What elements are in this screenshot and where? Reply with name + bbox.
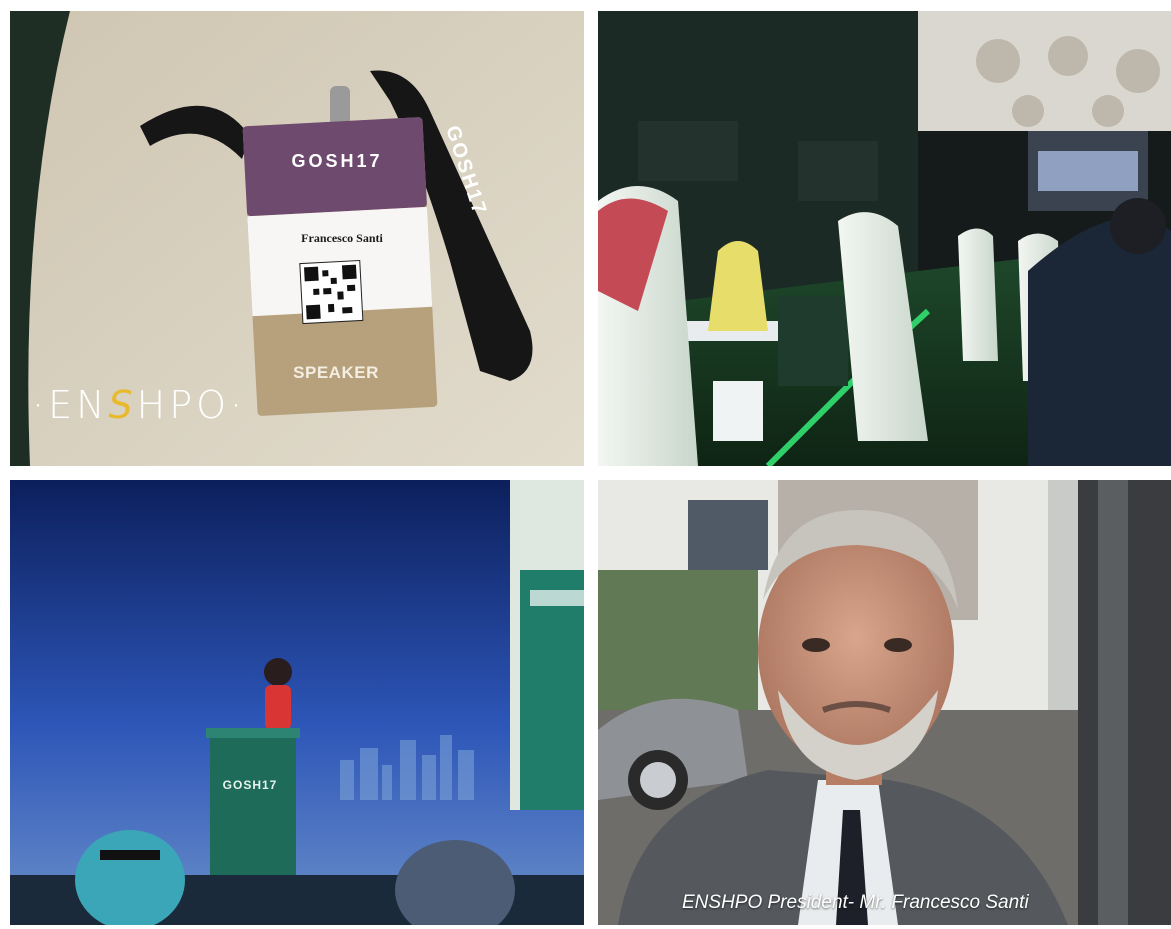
portrait-scene	[598, 480, 1171, 925]
badge-role: SPEAKER	[293, 363, 379, 382]
watermark-prefix: ·EN	[32, 383, 109, 427]
photo-collage: GOSH17 Francesco Santi SPEAKER GOSH17 ·E…	[0, 0, 1171, 929]
badge-logo-text: GOSH17	[291, 151, 383, 171]
badge-photo: GOSH17 Francesco Santi SPEAKER GOSH17 ·E…	[10, 11, 584, 466]
podium-logo: GOSH17	[222, 778, 278, 792]
stage-photo: GOSH17	[10, 480, 584, 925]
watermark-accent: S	[108, 383, 137, 427]
exhibition-photo	[598, 11, 1171, 466]
portrait-caption: ENSHPO President- Mr. Francesco Santi	[682, 892, 1029, 913]
enshpo-watermark: ·ENSHPO·	[32, 383, 246, 427]
exhibition-scene	[598, 11, 1171, 466]
watermark-suffix: HPO·	[136, 383, 247, 427]
stage-scene	[10, 480, 584, 925]
portrait-photo: ENSHPO President- Mr. Francesco Santi	[598, 480, 1171, 925]
badge-name: Francesco Santi	[301, 231, 383, 245]
